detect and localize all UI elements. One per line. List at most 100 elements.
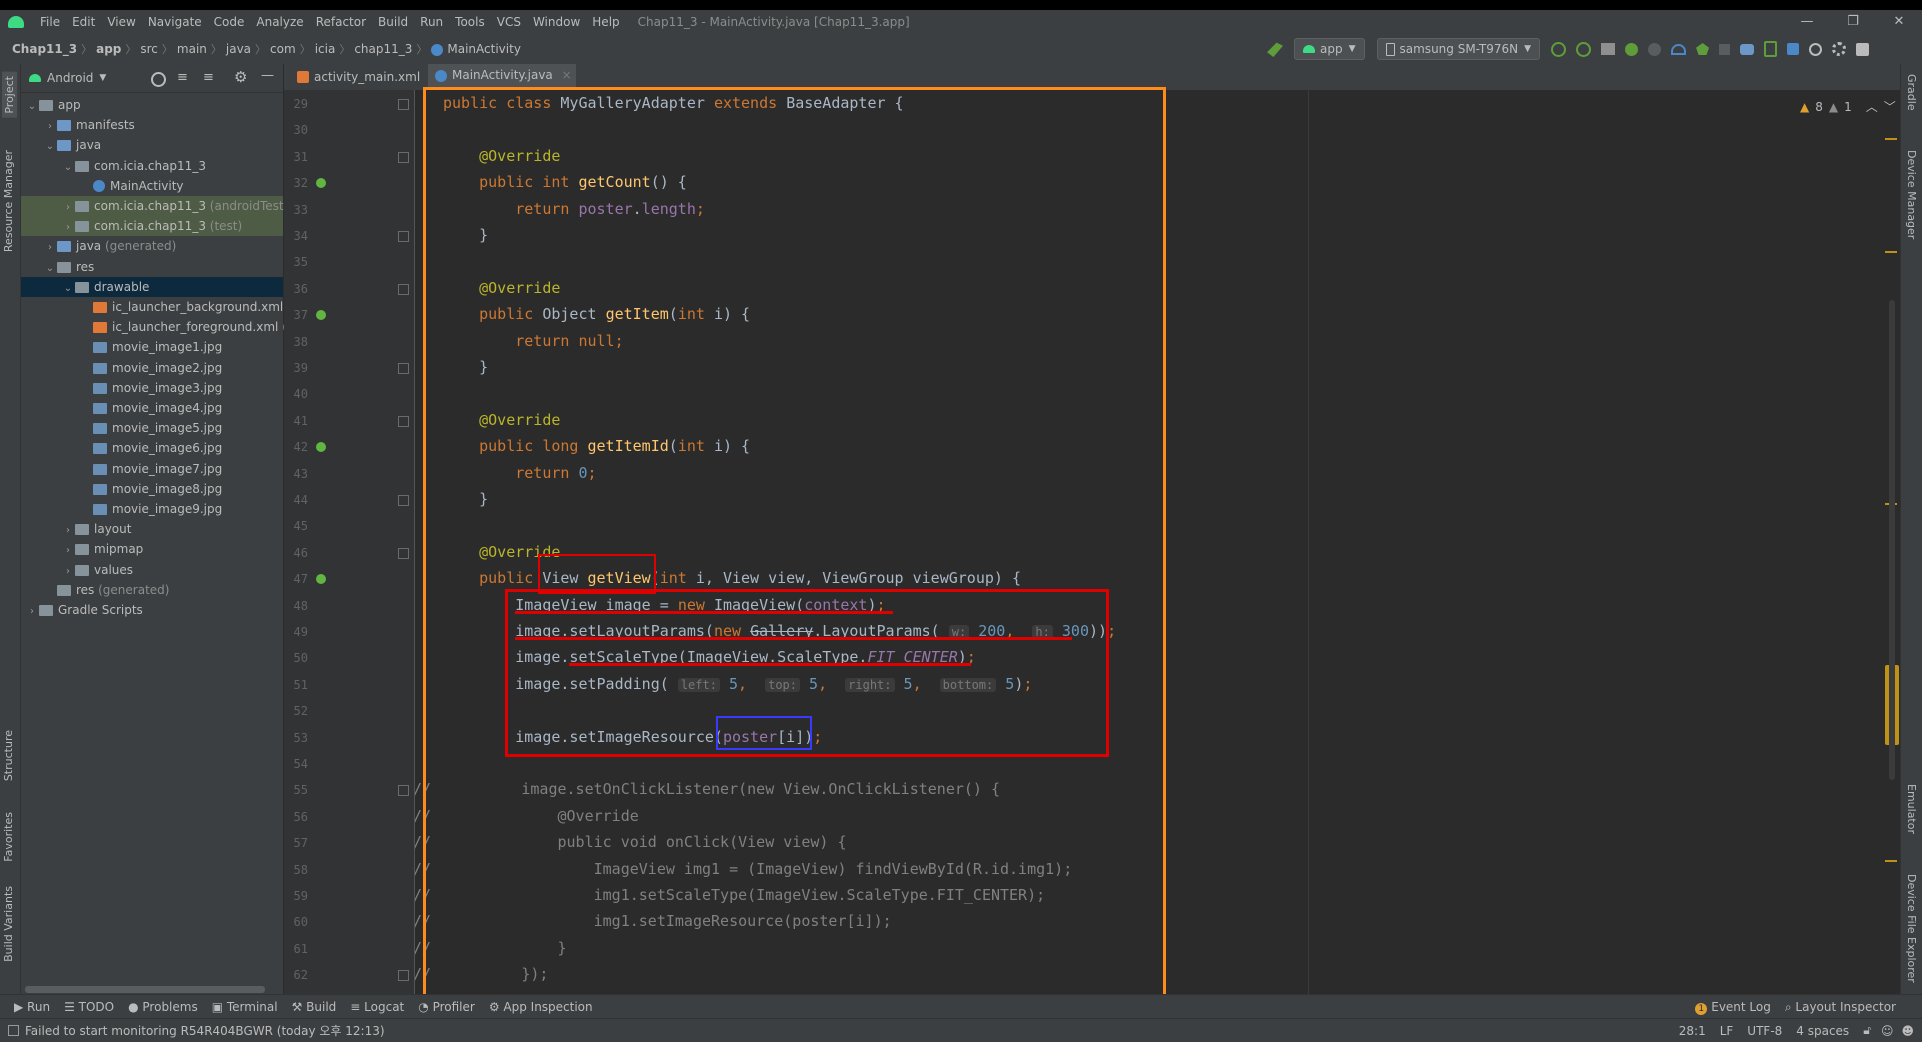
tree-item[interactable]: res (generated) xyxy=(21,580,283,600)
code-line[interactable]: return poster.length; xyxy=(443,196,705,222)
warning-stripe[interactable] xyxy=(1885,860,1897,862)
close-button[interactable]: ✕ xyxy=(1876,10,1922,34)
line-number[interactable]: 29 xyxy=(284,97,308,111)
warning-stripe[interactable] xyxy=(1885,138,1897,140)
collapse-all-icon[interactable]: ≡ xyxy=(203,70,214,85)
chevron-down-icon[interactable]: ⌄ xyxy=(61,279,75,299)
problems-tool-button[interactable]: ● Problems xyxy=(128,1000,198,1014)
indent-setting[interactable]: 4 spaces xyxy=(1796,1024,1849,1038)
tool-structure[interactable]: Structure xyxy=(2,730,15,781)
status-message[interactable]: Failed to start monitoring R54R404BGWR (… xyxy=(25,1022,385,1039)
line-number[interactable]: 51 xyxy=(284,678,308,692)
profiler-tool-button[interactable]: ◔ Profiler xyxy=(418,1000,475,1014)
tree-item[interactable]: ⌄ com.icia.chap11_3 xyxy=(21,156,283,176)
tree-item[interactable]: movie_image7.jpg xyxy=(21,459,283,479)
line-number[interactable]: 52 xyxy=(284,704,308,718)
tab-activity-main-xml[interactable]: activity_main.xml × xyxy=(290,64,438,110)
code-line[interactable]: // }); xyxy=(415,961,548,987)
horizontal-scrollbar[interactable] xyxy=(25,986,265,993)
chevron-down-icon[interactable]: ▼ xyxy=(99,73,106,83)
chevron-right-icon[interactable]: › xyxy=(61,198,75,218)
breadcrumb-chap11-3[interactable]: chap11_3 xyxy=(350,42,416,56)
todo-tool-button[interactable]: ☰ TODO xyxy=(64,1000,114,1014)
line-number[interactable]: 57 xyxy=(284,836,308,850)
menu-analyze[interactable]: Analyze xyxy=(250,15,309,29)
line-number[interactable]: 49 xyxy=(284,625,308,639)
line-number[interactable]: 55 xyxy=(284,783,308,797)
tree-item[interactable]: › java (generated) xyxy=(21,236,283,256)
breadcrumb-java[interactable]: java xyxy=(222,42,255,56)
code-line[interactable]: public int getCount() { xyxy=(443,169,687,195)
line-number[interactable]: 31 xyxy=(284,150,308,164)
debug-icon[interactable] xyxy=(1625,42,1639,56)
expand-all-icon[interactable]: ≡ xyxy=(177,70,188,85)
breadcrumb-src[interactable]: src xyxy=(136,42,162,56)
line-number[interactable]: 62 xyxy=(284,968,308,982)
code-line[interactable]: } xyxy=(443,486,488,512)
previous-highlight-icon[interactable]: ︿ xyxy=(1866,98,1878,115)
code-line[interactable]: public long getItemId(int i) { xyxy=(443,433,750,459)
tree-item[interactable]: movie_image1.jpg xyxy=(21,337,283,357)
line-number[interactable]: 45 xyxy=(284,519,308,533)
tree-item[interactable]: › com.icia.chap11_3 (androidTest) xyxy=(21,196,288,218)
menu-build[interactable]: Build xyxy=(372,15,414,29)
tree-item[interactable]: › layout xyxy=(21,519,283,539)
tool-resource-manager[interactable]: Resource Manager xyxy=(2,150,15,252)
implements-method-icon[interactable] xyxy=(316,310,326,321)
attach-debugger-icon[interactable] xyxy=(1648,42,1662,56)
event-log-button[interactable]: 1 Event Log xyxy=(1695,1000,1771,1015)
menu-code[interactable]: Code xyxy=(208,15,251,29)
code-line[interactable]: // public void onClick(View view) { xyxy=(415,829,846,855)
fold-marker-icon[interactable] xyxy=(398,415,409,427)
menu-run[interactable]: Run xyxy=(414,15,449,29)
tree-item[interactable]: ⌄ java xyxy=(21,135,283,155)
tree-item[interactable]: movie_image3.jpg xyxy=(21,378,283,398)
breadcrumb-com[interactable]: com xyxy=(266,42,300,56)
line-number[interactable]: 48 xyxy=(284,599,308,613)
minimize-button[interactable]: — xyxy=(1784,10,1830,34)
code-line[interactable]: @Override xyxy=(443,407,560,433)
menu-vcs[interactable]: VCS xyxy=(491,15,527,29)
tree-item[interactable]: › Gradle Scripts xyxy=(21,600,283,620)
tree-item[interactable]: › mipmap xyxy=(21,539,283,559)
code-line[interactable]: // } xyxy=(415,935,567,961)
tree-item[interactable]: movie_image6.jpg xyxy=(21,438,283,458)
device-select[interactable]: samsung SM-T976N ▼ xyxy=(1376,38,1541,60)
line-number[interactable]: 34 xyxy=(284,229,308,243)
code-line[interactable]: image.setImageResource(poster[i]); xyxy=(443,724,822,750)
settings-gear-icon[interactable] xyxy=(1832,42,1847,56)
notifications-icon[interactable]: ☻ xyxy=(1901,1024,1914,1038)
chevron-right-icon[interactable]: › xyxy=(43,238,57,258)
line-number[interactable]: 61 xyxy=(284,942,308,956)
menu-navigate[interactable]: Navigate xyxy=(142,15,208,29)
menu-help[interactable]: Help xyxy=(586,15,625,29)
code-line[interactable]: public Object getItem(int i) { xyxy=(443,301,750,327)
lock-icon[interactable]: 🔓︎ xyxy=(1863,1023,1871,1038)
line-number[interactable]: 47 xyxy=(284,572,308,586)
code-line[interactable]: } xyxy=(443,222,488,248)
implements-method-icon[interactable] xyxy=(316,442,326,453)
code-line[interactable]: public View getView(int i, View view, Vi… xyxy=(443,565,1021,591)
code-line[interactable]: // image.setOnClickListener(new View.OnC… xyxy=(415,776,1000,802)
line-number[interactable]: 60 xyxy=(284,915,308,929)
file-encoding[interactable]: UTF-8 xyxy=(1747,1024,1782,1038)
tree-item[interactable]: ic_launcher_background.xml xyxy=(21,297,283,317)
breadcrumb-mainactivity[interactable]: MainActivity xyxy=(427,42,525,56)
menu-edit[interactable]: Edit xyxy=(66,15,101,29)
line-number[interactable]: 59 xyxy=(284,889,308,903)
tree-item[interactable]: ⌄ drawable xyxy=(21,276,283,299)
menu-view[interactable]: View xyxy=(101,15,141,29)
line-number[interactable]: 39 xyxy=(284,361,308,375)
chevron-right-icon[interactable]: › xyxy=(61,218,75,238)
run-tool-button[interactable]: ▶ Run xyxy=(14,1000,50,1014)
inspection-widget[interactable]: ▲ 8 ▲ 1 ︿ ﹀ xyxy=(1800,98,1896,115)
menu-tools[interactable]: Tools xyxy=(449,15,491,29)
logcat-tool-button[interactable]: ≡ Logcat xyxy=(350,1000,404,1014)
account-icon[interactable] xyxy=(1856,42,1870,56)
gear-icon[interactable]: ⚙ xyxy=(234,68,247,86)
chevron-down-icon[interactable]: ⌄ xyxy=(25,97,39,117)
line-number[interactable]: 38 xyxy=(284,335,308,349)
code-line[interactable]: // img1.setImageResource(poster[i]); xyxy=(415,908,892,934)
tool-favorites[interactable]: Favorites xyxy=(2,812,15,862)
status-toggle-icon[interactable] xyxy=(8,1025,19,1036)
